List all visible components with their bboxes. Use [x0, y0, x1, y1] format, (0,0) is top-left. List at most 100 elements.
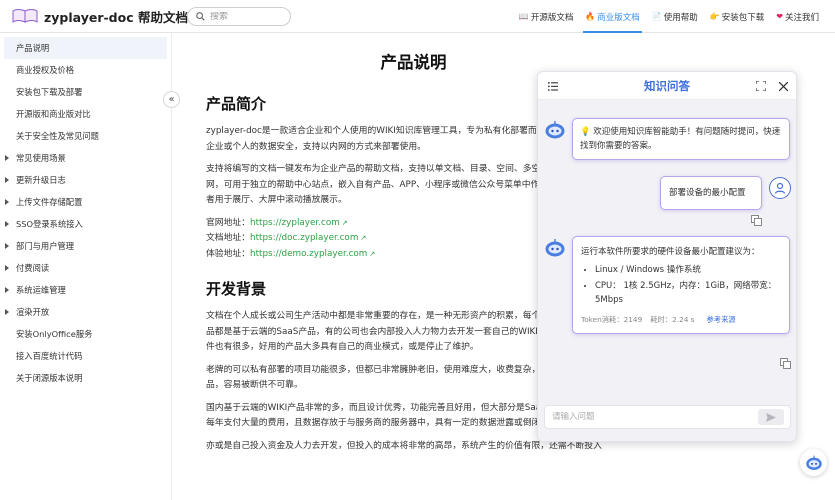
sidebar-item-security-faq[interactable]: 关于安全性及常见问题	[0, 125, 171, 147]
sidebar-item-sso[interactable]: SSO登录系统接入	[0, 213, 171, 235]
nav-open-source-docs[interactable]: 📖 开源版文档	[513, 0, 579, 33]
send-icon	[766, 412, 776, 422]
close-icon[interactable]	[776, 79, 790, 93]
sidebar-item-label: 产品说明	[16, 43, 50, 53]
send-button[interactable]	[758, 409, 784, 425]
sidebar: 产品说明 商业授权及价格 安装包下载及部署 开源版和商业版对比 关于安全性及常见…	[0, 33, 172, 500]
fire-icon: 🔥	[585, 12, 596, 21]
book-icon: 📖	[518, 12, 529, 21]
assistant-avatar-icon	[544, 237, 566, 259]
nav-label: 安装包下载	[721, 12, 765, 23]
sidebar-item-label: 更新升级日志	[16, 175, 66, 185]
user-question-text: 部署设备的最小配置	[669, 188, 746, 198]
caret-right-icon[interactable]	[5, 177, 9, 183]
assistant-avatar-icon	[805, 455, 822, 470]
heart-icon: ❤	[776, 12, 783, 21]
sidebar-item-compare[interactable]: 开源版和商业版对比	[0, 103, 171, 125]
search-input[interactable]	[210, 11, 280, 22]
sidebar-item-changelog[interactable]: 更新升级日志	[0, 169, 171, 191]
assistant-avatar-icon	[544, 119, 566, 141]
search-box[interactable]	[187, 7, 291, 26]
token-usage: Token消耗：2149	[581, 315, 643, 324]
caret-right-icon[interactable]	[5, 243, 9, 249]
sidebar-item-label: 付费阅读	[16, 263, 50, 273]
question-input-box	[544, 405, 791, 429]
answer-item: Linux / Windows 操作系统	[595, 263, 781, 277]
docs-link[interactable]: https://doc.zyplayer.com	[250, 233, 358, 243]
sidebar-item-label: 接入百度统计代码	[16, 351, 83, 361]
caret-right-icon[interactable]	[5, 199, 9, 205]
sidebar-item-baidu-stats[interactable]: 接入百度统计代码	[0, 345, 171, 367]
caret-right-icon[interactable]	[5, 309, 9, 315]
nav-label: 商业版文档	[597, 12, 640, 23]
double-chevron-left-icon: «	[168, 94, 175, 105]
sidebar-item-render-open[interactable]: 渲染开放	[0, 301, 171, 323]
sidebar-item-upload-storage[interactable]: 上传文件存储配置	[0, 191, 171, 213]
welcome-message: 💡 欢迎使用知识库智能助手！有问题随时提问，快速找到你需要的答案。	[572, 118, 790, 160]
sidebar-item-label: 上传文件存储配置	[16, 197, 83, 207]
nav-download[interactable]: 👉 安装包下载	[704, 0, 770, 33]
link-label: 文档地址：	[206, 233, 250, 243]
sidebar-item-label: 商业授权及价格	[16, 65, 75, 75]
reference-source-link[interactable]: 参考来源	[707, 313, 736, 327]
top-header: zyplayer-doc 帮助文档 📖开源版文档 🔥商业版文档 📄使用帮助 👉安…	[0, 0, 835, 33]
nav-label: 关注我们	[784, 12, 819, 23]
book-logo-icon[interactable]	[12, 7, 38, 25]
top-nav: 📖 开源版文档 🔥 商业版文档 📄 使用帮助 👉 安装包下载 ❤ 关注我们	[513, 0, 825, 33]
sidebar-item-label: 渲染开放	[16, 307, 50, 317]
page-icon: 📄	[651, 12, 662, 21]
sidebar-item-label: SSO登录系统接入	[16, 219, 83, 229]
nav-label: 开源版文档	[530, 12, 574, 23]
welcome-text: 💡 欢迎使用知识库智能助手！有问题随时提问，快速找到你需要的答案。	[580, 127, 781, 151]
collapse-sidebar-button[interactable]: «	[163, 91, 180, 108]
nav-label: 使用帮助	[663, 12, 698, 23]
sidebar-item-onlyoffice[interactable]: 安装OnlyOffice服务	[0, 323, 171, 345]
caret-right-icon[interactable]	[5, 155, 9, 161]
sidebar-item-license-price[interactable]: 商业授权及价格	[0, 59, 171, 81]
caret-right-icon[interactable]	[5, 221, 9, 227]
search-icon	[196, 12, 205, 21]
sidebar-item-product-intro[interactable]: 产品说明	[4, 37, 167, 59]
website-link[interactable]: https://zyplayer.com	[250, 218, 340, 228]
link-label: 体验地址：	[206, 248, 250, 259]
answer-item: CPU： 1核 2.5GHz，内存：1GiB，网络带宽：5Mbps	[595, 279, 781, 307]
external-link-icon: ↗	[360, 234, 367, 242]
user-avatar-icon	[769, 177, 791, 199]
answer-meta: Token消耗：2149 耗时：2.24 s 参考来源	[581, 313, 781, 327]
sidebar-item-label: 开源版和商业版对比	[16, 109, 91, 119]
nav-usage-help[interactable]: 📄 使用帮助	[646, 0, 704, 33]
nav-follow-us[interactable]: ❤ 关注我们	[770, 0, 825, 33]
sidebar-item-label: 安装OnlyOffice服务	[16, 329, 93, 339]
brand-title[interactable]: zyplayer-doc 帮助文档	[44, 7, 188, 26]
nav-commercial-docs[interactable]: 🔥 商业版文档	[579, 0, 645, 33]
sidebar-item-download-deploy[interactable]: 安装包下载及部署	[0, 81, 171, 103]
sidebar-item-closed-source[interactable]: 关于闭源版本说明	[0, 367, 171, 389]
answer-intro: 运行本软件所要求的硬件设备最小配置建议为：	[581, 247, 760, 257]
external-link-icon: ↗	[341, 218, 348, 227]
sidebar-item-dept-users[interactable]: 部门与用户管理	[0, 235, 171, 257]
assistant-launcher-button[interactable]	[800, 449, 827, 476]
user-question-bubble: 部署设备的最小配置	[660, 176, 762, 210]
sidebar-item-paid-reading[interactable]: 付费阅读	[0, 257, 171, 279]
copy-icon[interactable]	[751, 215, 762, 226]
copy-icon[interactable]	[780, 358, 791, 369]
sidebar-item-label: 部门与用户管理	[16, 241, 75, 251]
pointing-hand-icon: 👉	[709, 12, 720, 21]
external-link-icon: ↗	[369, 249, 376, 258]
link-label: 官网地址：	[206, 217, 250, 228]
sidebar-item-label: 关于安全性及常见问题	[16, 131, 99, 141]
expand-icon[interactable]	[754, 79, 768, 93]
sidebar-item-label: 安装包下载及部署	[16, 87, 83, 97]
answer-list: Linux / Windows 操作系统 CPU： 1核 2.5GHz，内存：1…	[581, 263, 781, 307]
sidebar-item-label: 常见使用场景	[16, 153, 66, 163]
sidebar-item-label: 关于闭源版本说明	[16, 373, 83, 383]
caret-right-icon[interactable]	[5, 265, 9, 271]
sidebar-item-ops[interactable]: 系统运维管理	[0, 279, 171, 301]
demo-link[interactable]: https://demo.zyplayer.com	[250, 249, 367, 259]
question-input[interactable]	[545, 412, 758, 422]
caret-right-icon[interactable]	[5, 287, 9, 293]
knowledge-qa-panel: 知识问答 💡 欢迎使用知识库智能助手！有问题随时提问，快速找到你需要的答案。 部…	[537, 71, 797, 442]
sidebar-item-use-cases[interactable]: 常见使用场景	[0, 147, 171, 169]
answer-message: 运行本软件所要求的硬件设备最小配置建议为： Linux / Windows 操作…	[572, 236, 790, 334]
elapsed-time: 耗时：2.24 s	[650, 315, 695, 324]
